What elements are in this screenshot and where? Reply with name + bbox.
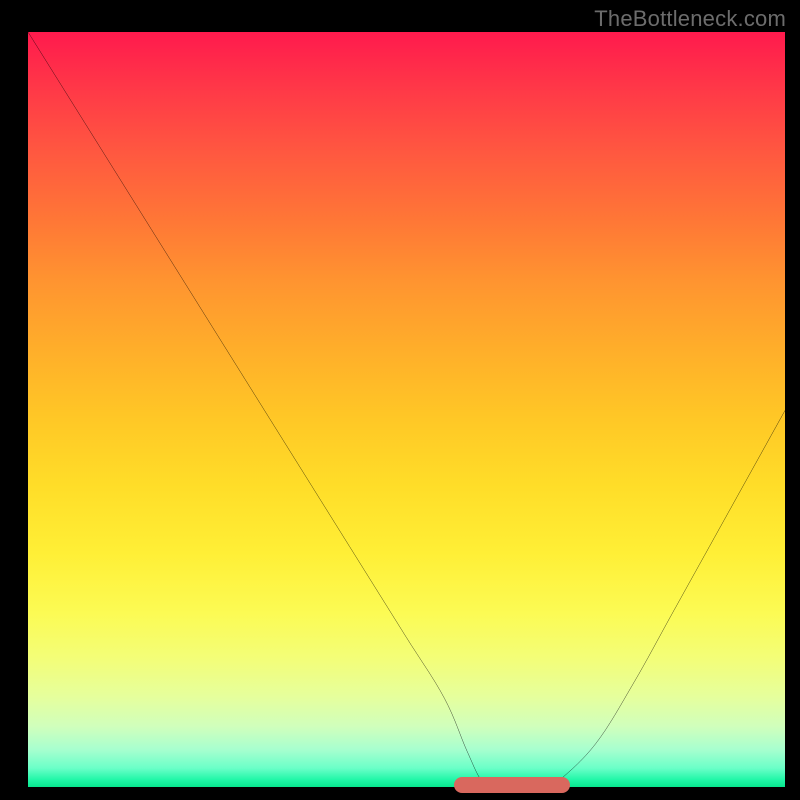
plot-area xyxy=(28,32,785,787)
bottleneck-curve xyxy=(28,32,785,789)
accent-trough-marker xyxy=(454,777,570,793)
chart-frame: TheBottleneck.com xyxy=(0,0,800,800)
watermark-text: TheBottleneck.com xyxy=(594,6,786,32)
